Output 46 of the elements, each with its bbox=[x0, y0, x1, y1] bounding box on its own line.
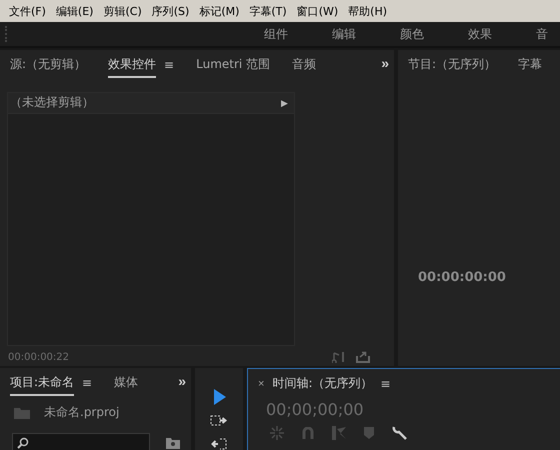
close-button[interactable]: × bbox=[258, 378, 264, 390]
wrench-icon[interactable] bbox=[392, 425, 408, 441]
new-bin-icon[interactable] bbox=[166, 437, 180, 449]
menu-item[interactable]: 字幕(T) bbox=[244, 4, 292, 18]
project-file-name: 未命名.prproj bbox=[44, 404, 120, 421]
panel-tab[interactable]: 节目:（无序列） bbox=[408, 52, 496, 78]
panel-tab[interactable]: 源:（无剪辑） bbox=[10, 52, 86, 78]
marker-icon[interactable] bbox=[364, 427, 374, 439]
panel-tab[interactable]: 字幕 bbox=[518, 52, 542, 78]
timecode: 00:00:00:00 bbox=[418, 270, 507, 285]
sparkle-icon[interactable] bbox=[270, 426, 284, 440]
overflow-button[interactable]: » bbox=[381, 55, 389, 71]
ripple-tool-icon[interactable] bbox=[210, 436, 228, 450]
panel-title: 时间轴:（无序列） bbox=[272, 375, 372, 392]
timecode: 00;00;00;00 bbox=[266, 400, 365, 419]
panel-tab[interactable]: 项目:未命名 bbox=[10, 370, 74, 396]
workspace-tab[interactable]: 颜色 bbox=[400, 26, 468, 42]
overflow-button[interactable]: » bbox=[178, 373, 186, 389]
search-field[interactable] bbox=[12, 433, 150, 450]
menu-item[interactable]: 文件(F) bbox=[4, 4, 51, 18]
clip-header: （未选择剪辑） bbox=[10, 94, 94, 112]
panel-tab[interactable]: 媒体 bbox=[114, 370, 138, 396]
menu-item[interactable]: 序列(S) bbox=[146, 4, 194, 18]
magnet-icon[interactable] bbox=[302, 427, 314, 439]
menu-item[interactable]: 窗口(W) bbox=[292, 4, 344, 18]
panel-tab[interactable]: Lumetri 范围 bbox=[196, 52, 270, 78]
expand-button[interactable]: ▶ bbox=[281, 98, 288, 108]
workspace-tab[interactable]: 音 bbox=[536, 26, 560, 42]
panel-menu-icon[interactable]: ≡ bbox=[82, 376, 92, 390]
search-icon bbox=[17, 437, 29, 449]
linked-selection-icon[interactable] bbox=[332, 426, 346, 440]
workspace-tab[interactable]: 效果 bbox=[468, 26, 536, 42]
menu-item[interactable]: 标记(M) bbox=[194, 4, 244, 18]
workspace-tab[interactable]: 组件 bbox=[264, 26, 332, 42]
export-icon[interactable] bbox=[356, 351, 370, 364]
menu-item[interactable]: 编辑(E) bbox=[50, 4, 98, 18]
panel-menu-icon[interactable]: ≡ bbox=[164, 58, 174, 72]
panel-tab[interactable]: 效果控件 bbox=[108, 52, 156, 78]
folder-icon bbox=[14, 406, 30, 418]
panel-tab[interactable]: 音频 bbox=[292, 52, 316, 78]
panel-menu-icon[interactable]: ≡ bbox=[380, 376, 391, 390]
menu-item[interactable]: 剪辑(C) bbox=[98, 4, 147, 18]
timecode: 00:00:00:22 bbox=[8, 352, 70, 363]
menu-item[interactable]: 帮助(H) bbox=[343, 4, 392, 18]
workspace-tab[interactable]: 编辑 bbox=[332, 26, 400, 42]
audio-icon[interactable] bbox=[332, 351, 346, 364]
